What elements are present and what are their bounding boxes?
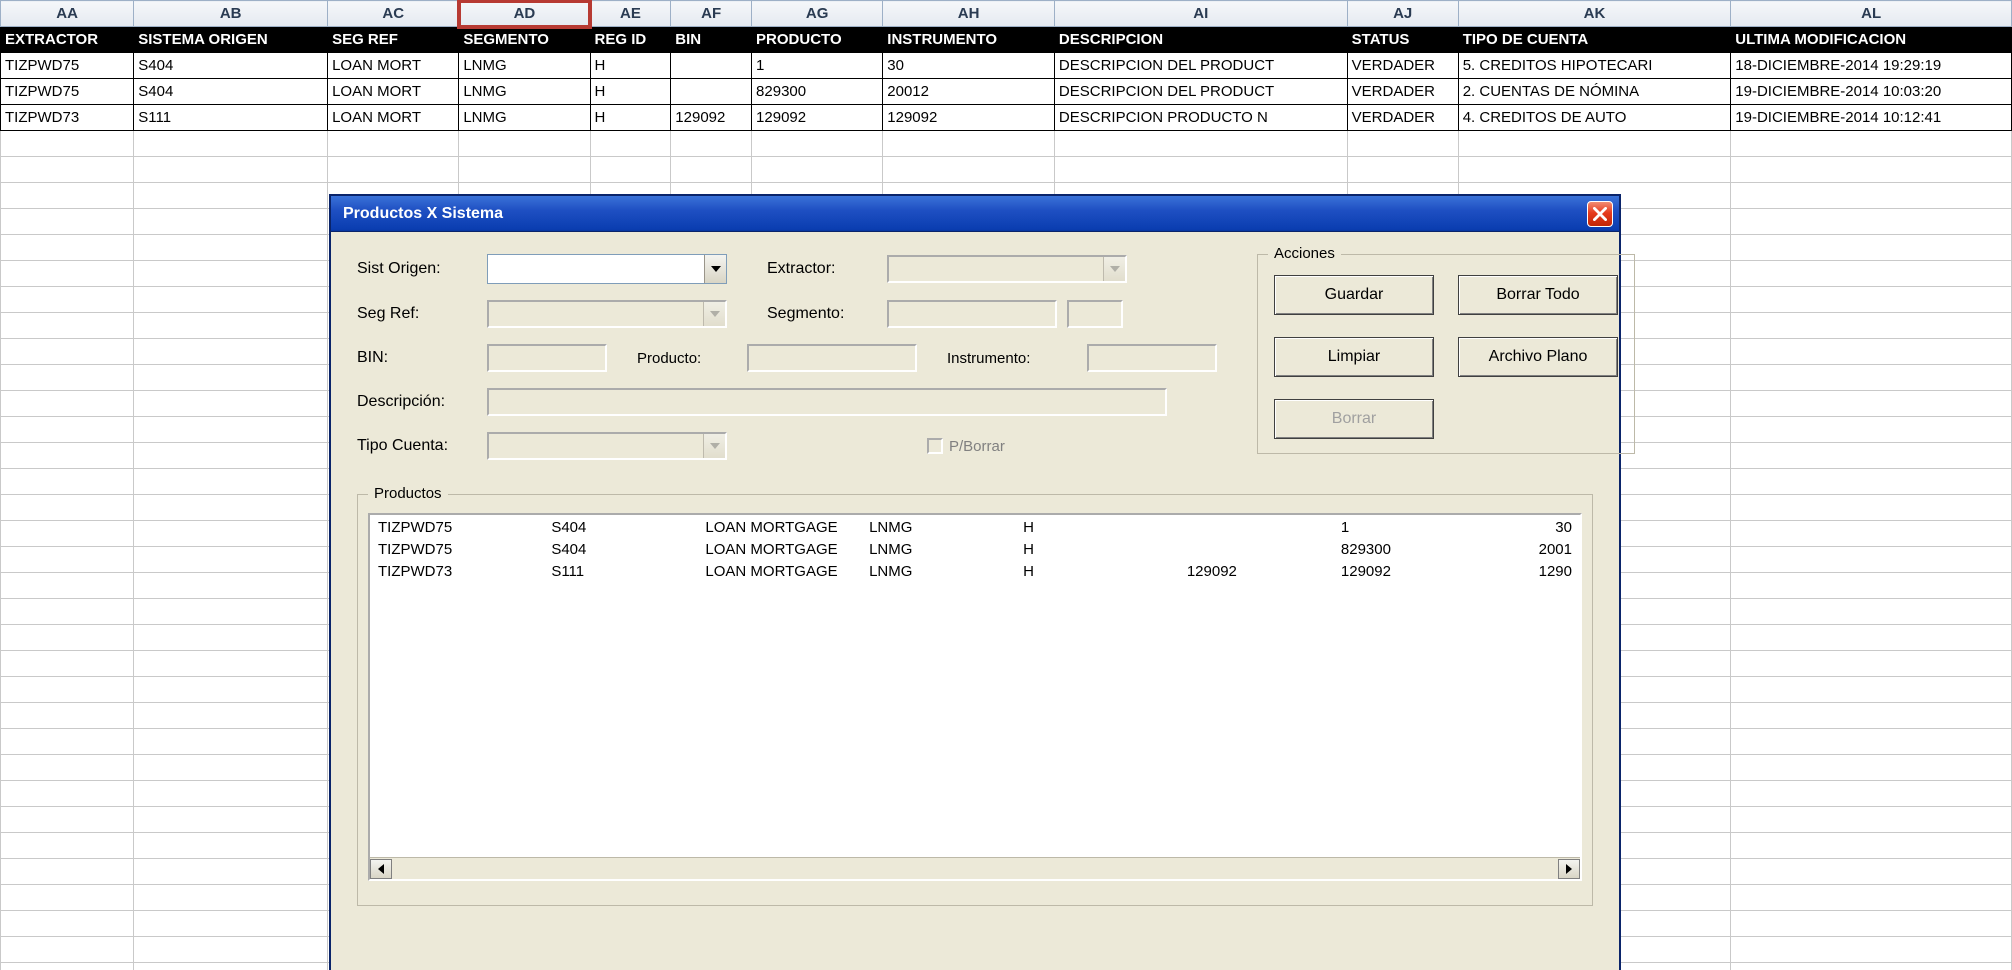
col-letter[interactable]: AK (1458, 1, 1731, 27)
productos-group: Productos TIZPWD75S404LOAN MORTGAGELNMGH… (357, 494, 1593, 906)
producto-field (747, 344, 917, 372)
sist-origen-select[interactable] (487, 254, 727, 284)
bin-field (487, 344, 607, 372)
segmento-field (887, 300, 1057, 328)
col-header: PRODUCTO (752, 27, 883, 53)
col-header: BIN (671, 27, 752, 53)
label-extractor: Extractor: (767, 260, 887, 278)
label-segmento: Segmento: (767, 305, 887, 323)
col-letter[interactable]: AL (1731, 1, 2012, 27)
chevron-down-icon (703, 434, 725, 458)
col-header: EXTRACTOR (1, 27, 134, 53)
col-letter[interactable]: AA (1, 1, 134, 27)
close-icon[interactable] (1587, 201, 1613, 227)
limpiar-button[interactable]: Limpiar (1274, 337, 1434, 377)
col-header: SISTEMA ORIGEN (134, 27, 328, 53)
col-letter[interactable]: AC (328, 1, 459, 27)
col-letter[interactable]: AG (752, 1, 883, 27)
scroll-left-icon[interactable] (370, 859, 392, 879)
label-sist-origen: Sist Origen: (357, 260, 487, 278)
dialog-titlebar[interactable]: Productos X Sistema (331, 196, 1619, 232)
archivo-plano-button[interactable]: Archivo Plano (1458, 337, 1618, 377)
chevron-down-icon (1103, 257, 1125, 281)
table-row[interactable]: TIZPWD73S111LOAN MORTLNMGH12909212909212… (1, 105, 2012, 131)
tipo-cuenta-select (487, 432, 727, 460)
list-item[interactable]: TIZPWD73S111LOAN MORTGAGELNMGH1290921290… (378, 563, 1572, 585)
descripcion-field (487, 388, 1167, 416)
col-header: TIPO DE CUENTA (1458, 27, 1731, 53)
guardar-button[interactable]: Guardar (1274, 275, 1434, 315)
chevron-down-icon (703, 302, 725, 326)
label-tipo-cuenta: Tipo Cuenta: (357, 437, 487, 455)
table-row[interactable]: TIZPWD75S404LOAN MORTLNMGH130DESCRIPCION… (1, 53, 2012, 79)
col-letter[interactable]: AJ (1347, 1, 1458, 27)
list-item[interactable]: TIZPWD75S404LOAN MORTGAGELNMGH130 (378, 519, 1572, 541)
col-header: SEGMENTO (459, 27, 590, 53)
col-header: STATUS (1347, 27, 1458, 53)
seg-ref-select (487, 300, 727, 328)
acciones-group: Acciones Guardar Borrar Todo Limpiar Arc… (1257, 254, 1635, 454)
scroll-right-icon[interactable] (1558, 859, 1580, 879)
col-header: REG ID (590, 27, 671, 53)
borrar-button: Borrar (1274, 399, 1434, 439)
label-descripcion: Descripción: (357, 393, 487, 411)
table-row[interactable]: TIZPWD75S404LOAN MORTLNMGH82930020012DES… (1, 79, 2012, 105)
col-header: INSTRUMENTO (883, 27, 1055, 53)
col-letter[interactable]: AD (459, 1, 590, 27)
borrar-todo-button[interactable]: Borrar Todo (1458, 275, 1618, 315)
col-header: DESCRIPCION (1054, 27, 1347, 53)
checkbox-icon (927, 438, 943, 454)
col-header: SEG REF (328, 27, 459, 53)
list-item[interactable]: TIZPWD75S404LOAN MORTGAGELNMGH8293002001 (378, 541, 1572, 563)
productos-listbox[interactable]: TIZPWD75S404LOAN MORTGAGELNMGH130TIZPWD7… (368, 513, 1582, 881)
horizontal-scrollbar[interactable] (370, 857, 1580, 879)
col-letter[interactable]: AH (883, 1, 1055, 27)
acciones-legend: Acciones (1268, 245, 1341, 262)
dialog-title: Productos X Sistema (337, 205, 503, 223)
chevron-down-icon[interactable] (704, 255, 726, 283)
instrumento-field (1087, 344, 1217, 372)
col-header: ULTIMA MODIFICACION (1731, 27, 2012, 53)
segmento-code-field (1067, 300, 1123, 328)
extractor-select (887, 255, 1127, 283)
pborrar-checkbox: P/Borrar (927, 438, 1005, 455)
label-producto: Producto: (637, 350, 747, 367)
col-letter[interactable]: AB (134, 1, 328, 27)
label-instrumento: Instrumento: (947, 350, 1087, 367)
col-letter[interactable]: AI (1054, 1, 1347, 27)
label-bin: BIN: (357, 349, 487, 367)
label-seg-ref: Seg Ref: (357, 305, 487, 323)
productos-legend: Productos (368, 485, 448, 502)
col-letter[interactable]: AF (671, 1, 752, 27)
productos-x-sistema-dialog: Productos X Sistema Sist Origen: Extract… (330, 195, 1620, 970)
col-letter[interactable]: AE (590, 1, 671, 27)
